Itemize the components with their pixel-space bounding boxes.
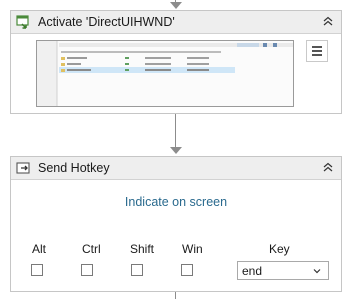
- activate-activity-title: Activate 'DirectUIHWND': [38, 15, 175, 29]
- shift-label: Shift: [130, 242, 155, 256]
- collapse-chevron-icon[interactable]: [321, 160, 335, 174]
- send-hotkey-activity-header[interactable]: Send Hotkey: [11, 157, 341, 180]
- send-hotkey-activity-title: Send Hotkey: [38, 161, 110, 175]
- ctrl-checkbox[interactable]: [81, 264, 93, 276]
- shift-checkbox[interactable]: [131, 264, 143, 276]
- win-label: Win: [182, 242, 203, 256]
- top-connector-arrow: [170, 2, 182, 9]
- alt-label: Alt: [32, 242, 47, 256]
- ctrl-label: Ctrl: [82, 242, 101, 256]
- alt-checkbox[interactable]: [31, 264, 43, 276]
- key-dropdown-value: end: [242, 263, 263, 278]
- send-hotkey-icon: [16, 160, 32, 176]
- activate-activity-card[interactable]: Activate 'DirectUIHWND': [10, 10, 342, 114]
- collapse-chevron-icon[interactable]: [321, 14, 335, 28]
- key-dropdown[interactable]: end: [237, 261, 329, 280]
- key-label: Key: [269, 242, 290, 256]
- activate-activity-header[interactable]: Activate 'DirectUIHWND': [11, 11, 341, 34]
- send-hotkey-activity-card[interactable]: Send Hotkey Indicate on screen Alt Ctrl …: [10, 156, 342, 292]
- middle-connector-arrow: [170, 147, 182, 154]
- hamburger-menu-icon[interactable]: [306, 40, 328, 62]
- win-checkbox[interactable]: [181, 264, 193, 276]
- middle-connector-line: [175, 114, 176, 149]
- dropdown-chevron-icon: [312, 265, 322, 279]
- indicate-on-screen-link[interactable]: Indicate on screen: [11, 195, 341, 209]
- bottom-connector-line: [175, 292, 176, 299]
- target-screenshot-preview[interactable]: [36, 40, 294, 107]
- activate-window-icon: [16, 14, 32, 30]
